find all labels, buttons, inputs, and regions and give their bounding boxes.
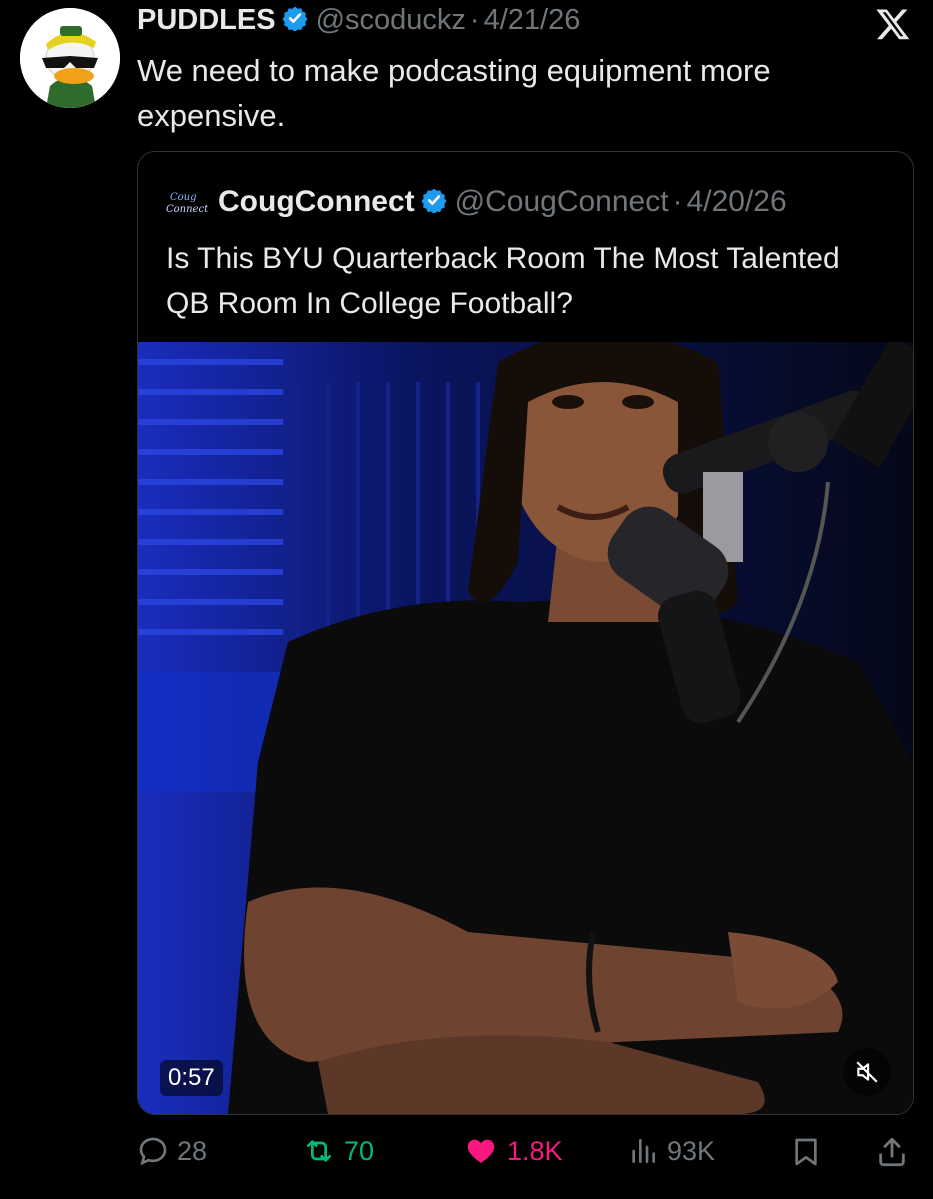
views-button[interactable]: 93K bbox=[627, 1135, 715, 1167]
share-icon bbox=[879, 1137, 905, 1167]
bookmark-icon bbox=[795, 1138, 817, 1166]
reply-count: 28 bbox=[177, 1135, 208, 1166]
cougconnect-logo: Coug Connect bbox=[166, 189, 210, 215]
views-icon bbox=[632, 1139, 655, 1163]
separator-dot: · bbox=[469, 4, 480, 36]
quoted-author-name[interactable]: CougConnect bbox=[218, 185, 415, 219]
post-action-bar: 28 70 1.8K 93K bbox=[137, 1135, 917, 1175]
author-name[interactable]: PUDDLES bbox=[137, 4, 276, 37]
verified-badge-icon bbox=[421, 187, 447, 218]
video-player[interactable]: 0:57 bbox=[138, 342, 913, 1114]
heart-icon bbox=[467, 1139, 495, 1163]
svg-text:Coug: Coug bbox=[170, 192, 197, 203]
like-button[interactable]: 1.8K bbox=[463, 1135, 563, 1167]
video-duration: 0:57 bbox=[160, 1060, 223, 1096]
quoted-author-handle[interactable]: @CougConnect bbox=[455, 185, 669, 219]
bookmark-button[interactable] bbox=[790, 1135, 830, 1169]
author-avatar[interactable] bbox=[20, 8, 120, 108]
quoted-post-text: Is This BYU Quarterback Room The Most Ta… bbox=[166, 242, 840, 320]
svg-text:Connect: Connect bbox=[166, 204, 209, 215]
verified-badge-icon bbox=[282, 5, 308, 36]
duck-avatar-image bbox=[20, 8, 120, 108]
quoted-post-card[interactable]: Coug Connect CougConnect @CougConnect · … bbox=[137, 151, 914, 1115]
author-handle[interactable]: @scoduckz bbox=[316, 4, 466, 37]
post-date[interactable]: 4/21/26 bbox=[484, 4, 581, 37]
repost-icon bbox=[307, 1140, 331, 1162]
post-text: We need to make podcasting equipment mor… bbox=[137, 53, 771, 133]
views-count: 93K bbox=[667, 1135, 716, 1166]
quoted-post-date[interactable]: 4/20/26 bbox=[687, 185, 787, 219]
post-header: PUDDLES @scoduckz · 4/21/26 bbox=[137, 4, 580, 37]
repost-count: 70 bbox=[344, 1135, 375, 1166]
video-frame-image bbox=[138, 342, 913, 1114]
mute-icon[interactable] bbox=[843, 1048, 891, 1096]
x-logo-icon bbox=[875, 6, 911, 42]
share-button[interactable] bbox=[875, 1135, 917, 1169]
like-count: 1.8K bbox=[507, 1135, 563, 1166]
reply-button[interactable]: 28 bbox=[137, 1135, 207, 1167]
reply-icon bbox=[139, 1137, 167, 1166]
separator-dot: · bbox=[672, 185, 683, 218]
quoted-post-header: Coug Connect CougConnect @CougConnect · … bbox=[166, 185, 787, 219]
repost-button[interactable]: 70 bbox=[302, 1135, 374, 1167]
